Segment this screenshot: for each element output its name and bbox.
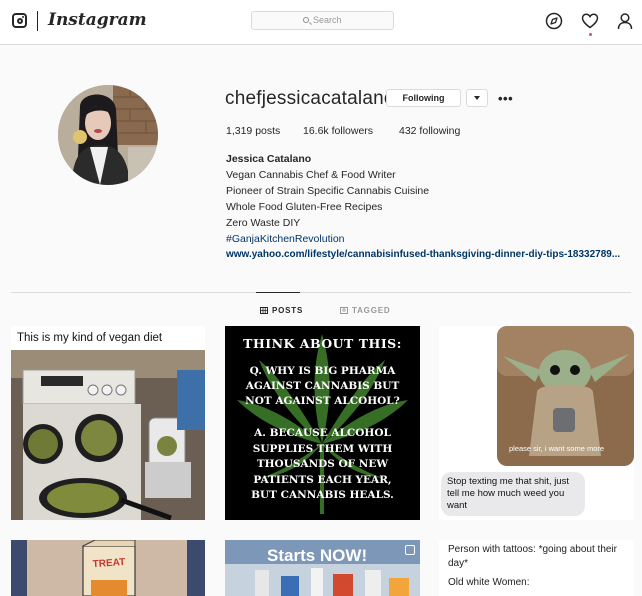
notification-dot bbox=[589, 33, 592, 36]
tag-icon bbox=[340, 307, 348, 314]
photo-caption: please sir, i want some more bbox=[509, 444, 605, 453]
post-heading: THINK ABOUT THIS: bbox=[243, 336, 402, 351]
post-answer: A. BECAUSE ALCOHOL SUPPLIES THEM WITH TH… bbox=[225, 426, 420, 504]
bio-line: Vegan Cannabis Chef & Food Writer bbox=[226, 169, 396, 181]
tab-tagged[interactable]: TAGGED bbox=[340, 306, 390, 315]
instagram-wordmark[interactable]: Instagram bbox=[48, 10, 147, 30]
following-button[interactable]: Following bbox=[386, 89, 461, 107]
bio-line: Pioneer of Strain Specific Cannabis Cuis… bbox=[226, 185, 430, 197]
suggestions-dropdown-button[interactable] bbox=[466, 89, 488, 107]
grid-icon bbox=[260, 307, 268, 314]
bio-line: Whole Food Gluten-Free Recipes bbox=[226, 201, 383, 213]
answer-line: SUPPLIES THEM WITH bbox=[252, 442, 393, 455]
post-caption: This is my kind of vegan diet bbox=[17, 332, 163, 344]
bio-full-name: Jessica Catalano bbox=[226, 153, 312, 165]
bubble-line: want bbox=[447, 500, 468, 511]
tab-posts[interactable]: POSTS bbox=[260, 306, 303, 315]
search-icon bbox=[303, 17, 309, 23]
more-options-icon[interactable]: ••• bbox=[498, 91, 513, 106]
meme-line: day* bbox=[448, 558, 469, 569]
answer-line: PATIENTS EACH YEAR, bbox=[253, 473, 392, 486]
multiple-posts-icon bbox=[405, 545, 415, 555]
stat-posts: 1,319 posts bbox=[226, 125, 281, 137]
stat-following[interactable]: 432 following bbox=[399, 125, 460, 137]
compass-icon[interactable] bbox=[545, 12, 563, 30]
post-tattoos-meme[interactable]: Person with tattoos: *going about their … bbox=[439, 540, 634, 596]
user-icon[interactable] bbox=[616, 12, 634, 30]
tab-tagged-label: TAGGED bbox=[352, 306, 391, 315]
nav-divider bbox=[37, 11, 38, 31]
meme-line: Old white Women: bbox=[448, 577, 530, 588]
search-placeholder: Search bbox=[313, 15, 342, 25]
top-nav: Instagram Search bbox=[0, 0, 642, 45]
post-think-about-this[interactable]: THINK ABOUT THIS: Q. WHY IS BIG PHARMA A… bbox=[225, 326, 420, 520]
question-line: NOT AGAINST ALCOHOL? bbox=[245, 395, 400, 407]
bio-line: Zero Waste DIY bbox=[226, 217, 301, 229]
question-line: Q. WHY IS BIG PHARMA bbox=[249, 365, 396, 377]
tab-posts-label: POSTS bbox=[272, 306, 304, 315]
heart-icon[interactable] bbox=[581, 12, 599, 30]
question-line: AGAINST CANNABIS BUT bbox=[245, 380, 400, 392]
message-bubble: Stop texting me that shit, just tell me … bbox=[441, 472, 585, 516]
bubble-line: tell me how much weed you bbox=[447, 488, 565, 499]
post-vegan-diet[interactable]: This is my kind of vegan diet bbox=[11, 326, 205, 520]
active-tab-indicator bbox=[256, 292, 300, 293]
stove-photo bbox=[11, 350, 205, 520]
stat-followers[interactable]: 16.6k followers bbox=[303, 125, 373, 137]
post-treat-tattoo[interactable]: TREAT bbox=[11, 540, 205, 596]
post-starts-now[interactable]: Starts NOW! bbox=[225, 540, 420, 596]
answer-line: THOUSANDS OF NEW bbox=[256, 458, 389, 470]
banner-text: Starts NOW! bbox=[267, 546, 368, 565]
bio-hashtag-link[interactable]: #GanjaKitchenRevolution bbox=[226, 233, 345, 245]
profile-username: chefjessicacatalano bbox=[225, 88, 395, 109]
answer-line: BUT CANNABIS HEALS. bbox=[251, 489, 394, 501]
search-input[interactable]: Search bbox=[251, 11, 394, 30]
tabs-divider bbox=[11, 292, 631, 293]
meme-line: Person with tattoos: *going about their bbox=[448, 544, 617, 555]
bubble-line: Stop texting me that shit, just bbox=[447, 476, 569, 487]
post-baby-yoda-meme[interactable]: please sir, i want some more Stop textin… bbox=[439, 326, 634, 520]
bio-website-link[interactable]: www.yahoo.com/lifestyle/cannabisinfused-… bbox=[226, 249, 620, 260]
post-question: Q. WHY IS BIG PHARMA AGAINST CANNABIS BU… bbox=[225, 364, 420, 409]
instagram-glyph-icon[interactable] bbox=[12, 13, 27, 28]
avatar[interactable] bbox=[58, 85, 158, 185]
answer-line: A. BECAUSE ALCOHOL bbox=[254, 427, 391, 439]
